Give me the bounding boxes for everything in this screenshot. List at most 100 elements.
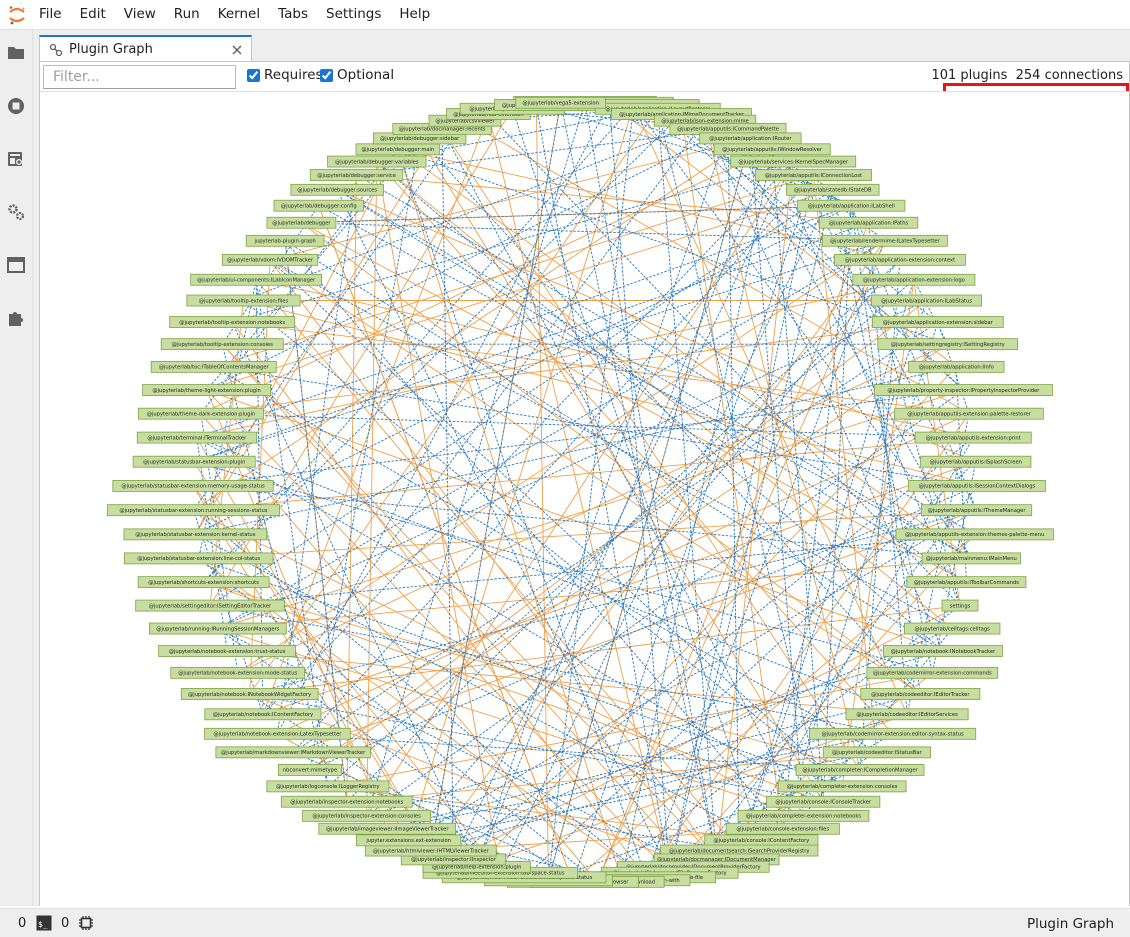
plugin-node[interactable]: @jupyterlab/property-inspector:IProperty…: [873, 384, 1053, 396]
terminal-count[interactable]: 0: [61, 916, 69, 931]
plugin-node[interactable]: @jupyterlab/apputils:ISessionContextDial…: [908, 480, 1046, 492]
plugin-node[interactable]: @jupyterlab/debugger:service: [309, 169, 404, 181]
graph-canvas[interactable]: @jupyterlab/apputils-extension:sessionDi…: [40, 91, 1129, 906]
plugin-node[interactable]: @jupyterlab/application-extension:contex…: [834, 253, 966, 266]
plugin-node[interactable]: @jupyterlab/tooltip-extension:consoles: [160, 338, 284, 351]
plugin-node[interactable]: @jupyterlab/ui-components:ILabIconManage…: [190, 273, 323, 286]
plugin-node[interactable]: @jupyterlab/services:IKernelSpecManager: [730, 155, 857, 168]
menu-edit[interactable]: Edit: [71, 0, 115, 29]
plugin-node[interactable]: @jupyterlab/application:ILabShell: [797, 199, 906, 212]
plugin-node[interactable]: @jupyterlab/notebook-extension:mode-stat…: [170, 666, 306, 679]
menu-tabs[interactable]: Tabs: [269, 0, 317, 29]
plugin-node[interactable]: @jupyterlab/shortcuts-extension:shortcut…: [137, 576, 270, 589]
running-sessions-button[interactable]: [0, 92, 32, 124]
plugin-node[interactable]: @jupyterlab/application:IPaths: [818, 216, 919, 229]
plugin-node[interactable]: @jupyterlab/application:IRouter: [699, 132, 802, 145]
plugin-node[interactable]: @jupyterlab/settingeditor:ISettingEditor…: [135, 599, 285, 612]
plugin-node[interactable]: @jupyterlab/theme-light-extension:plugin: [142, 384, 272, 396]
plugin-node[interactable]: @jupyterlab/debugger:main: [355, 143, 441, 156]
menu-kernel[interactable]: Kernel: [209, 0, 269, 29]
plugin-node[interactable]: @jupyterlab/statusbar-extension:line-col…: [123, 552, 274, 565]
tab-plugin-graph[interactable]: Plugin Graph: [39, 35, 252, 62]
plugin-node[interactable]: @jupyterlab/apputils:ISplashScreen: [920, 455, 1032, 468]
property-inspector-button[interactable]: [0, 198, 32, 230]
file-browser-button[interactable]: [0, 39, 32, 71]
plugin-node[interactable]: @jupyterlab/apputils-extension:themes-pa…: [895, 528, 1054, 541]
plugin-node[interactable]: @jupyterlab/tooltip-extension:files: [186, 294, 301, 307]
plugin-node[interactable]: @jupyterlab/console:IConsoleTracker: [766, 795, 881, 808]
plugin-node[interactable]: @jupyterlab/codemirror-extension:editor-…: [808, 727, 977, 740]
plugin-node[interactable]: @jupyterlab/apputils-extension:palette-r…: [894, 407, 1044, 420]
plugin-node[interactable]: @jupyterlab/application:IInfo: [908, 360, 1005, 373]
plugin-node[interactable]: @jupyterlab/completer-extension:notebook…: [737, 809, 870, 822]
plugin-node[interactable]: nbconvert:mimetype: [278, 764, 342, 776]
plugin-node[interactable]: @jupyterlab/notebook:IContentFactory: [204, 708, 322, 721]
plugin-node[interactable]: @jupyterlab/vdom:IVDOMTracker: [221, 253, 319, 266]
requires-checkbox[interactable]: [247, 68, 260, 82]
plugin-node[interactable]: @jupyterlab/statedb:IStateDB: [786, 183, 880, 196]
plugin-node[interactable]: @jupyterlab/apputils-extension:print: [914, 431, 1032, 444]
plugin-node[interactable]: @jupyterlab/vega5-extension: [515, 96, 606, 109]
plugin-node[interactable]: @jupyterlab/application-extension:logo: [852, 273, 976, 286]
plugin-node[interactable]: @jupyterlab/debugger:sources: [290, 183, 384, 196]
plugin-node[interactable]: @jupyterlab/markdownviewer:IMarkdownView…: [215, 746, 371, 759]
extension-manager-button[interactable]: [0, 304, 32, 336]
plugin-node[interactable]: @jupyterlab/console-extension:files: [725, 822, 840, 835]
plugin-node[interactable]: @jupyterlab/logconsole:ILoggerRegistry: [266, 780, 390, 793]
plugin-graph-svg[interactable]: @jupyterlab/apputils-extension:sessionDi…: [41, 92, 1128, 906]
menu-settings[interactable]: Settings: [317, 0, 390, 29]
plugin-node[interactable]: @jupyterlab/settingregistry:ISettingRegi…: [877, 338, 1019, 351]
plugin-node[interactable]: @jupyterlab/celltags:celltags: [904, 622, 1001, 635]
plugin-node[interactable]: jupyter.extensions.ext-extension: [356, 834, 462, 847]
plugin-node[interactable]: @jupyterlab/completer-extension:consoles: [777, 780, 907, 793]
plugin-node[interactable]: @jupyterlab/notebook:INotebookWidgetFact…: [180, 688, 319, 700]
open-tabs-button[interactable]: [0, 251, 32, 283]
plugin-node[interactable]: @jupyterlab/inspector-extension:notebook…: [280, 795, 413, 808]
plugin-node[interactable]: @jupyterlab/notebook-extension:trust-sta…: [158, 645, 296, 657]
plugin-node[interactable]: @jupyterlab/mainmenu:IMainMenu: [921, 552, 1021, 565]
plugin-node[interactable]: @jupyterlab/console:IContentFactory: [704, 834, 819, 847]
jupyter-logo-icon[interactable]: [0, 0, 34, 29]
optional-checkbox[interactable]: [320, 68, 333, 82]
plugin-node[interactable]: @jupyterlab/codemirror-extension:command…: [866, 666, 999, 679]
plugin-node[interactable]: settings: [941, 599, 979, 612]
plugin-node[interactable]: @jupyterlab/codeeditor:IEditorTracker: [860, 688, 981, 700]
plugin-node[interactable]: @jupyterlab/codeeditor:IEditorServices: [845, 708, 969, 721]
menu-run[interactable]: Run: [165, 0, 209, 29]
close-icon[interactable]: [227, 40, 247, 60]
plugin-node[interactable]: @jupyterlab/application:ILabStatus: [870, 294, 983, 307]
plugin-node[interactable]: @jupyterlab/completer:ICompletionManager: [795, 764, 925, 776]
plugin-node[interactable]: @jupyterlab/statusbar-extension:running-…: [106, 504, 280, 517]
plugin-node[interactable]: @jupyterlab/imageviewer:IImageViewerTrac…: [318, 822, 457, 835]
plugin-node[interactable]: @jupyterlab/apputils:IThemeManager: [921, 504, 1033, 517]
plugin-node[interactable]: @jupyterlab/statusbar-extension:plugin: [132, 455, 256, 468]
plugin-node[interactable]: @jupyterlab/tooltip-extension:notebooks: [169, 316, 296, 328]
plugin-node[interactable]: @jupyterlab/inspector-extension:consoles: [302, 809, 431, 822]
optional-toggle[interactable]: Optional: [320, 67, 394, 83]
plugin-node[interactable]: @jupyterlab/apputils:IConnectionLost: [754, 169, 872, 181]
plugin-node[interactable]: @jupyterlab/statusbar-extension:memory-u…: [112, 480, 274, 492]
menu-view[interactable]: View: [115, 0, 165, 29]
plugin-node[interactable]: @jupyterlab/htmlviewer:IHTMLViewerTracke…: [364, 844, 497, 857]
plugin-node[interactable]: jupyterlab-plugin-graph: [245, 234, 325, 247]
menu-file[interactable]: File: [34, 0, 71, 29]
menu-help[interactable]: Help: [390, 0, 439, 29]
plugin-node[interactable]: @jupyterlab/rendermime:ILatexTypesetter: [821, 234, 948, 247]
plugin-node[interactable]: @jupyterlab/application-extension:sideba…: [871, 316, 1004, 328]
plugin-node[interactable]: @jupyterlab/debugger: [266, 216, 337, 229]
plugin-node[interactable]: @jupyterlab/debugger:config: [273, 199, 365, 212]
plugin-node[interactable]: @jupyterlab/codeeditor:IStatusBar: [822, 746, 931, 759]
plugin-node[interactable]: @jupyterlab/statusbar-extension:kernel-s…: [123, 528, 268, 541]
kernel-count[interactable]: 0: [18, 916, 26, 931]
plugin-node[interactable]: @jupyterlab/apputils:IWindowResolver: [713, 143, 831, 156]
plugin-node[interactable]: @jupyterlab/notebook:INotebookTracker: [882, 645, 1003, 657]
requires-toggle[interactable]: Requires: [247, 67, 323, 83]
plugin-node[interactable]: @jupyterlab/debugger:variables: [327, 155, 427, 168]
plugin-node[interactable]: @jupyterlab/terminal:ITerminalTracker: [136, 431, 257, 444]
plugin-node[interactable]: @jupyterlab/apputils:IToolbarCommands: [906, 576, 1027, 589]
plugin-node[interactable]: @jupyterlab/running:IRunningSessionManag…: [148, 622, 287, 635]
command-palette-button[interactable]: [0, 145, 32, 177]
plugin-node[interactable]: @jupyterlab/theme-dark-extension:plugin: [138, 407, 264, 420]
filter-input[interactable]: [43, 65, 236, 89]
plugin-node[interactable]: @jupyterlab/notebook-extension:LatexType…: [204, 727, 351, 740]
